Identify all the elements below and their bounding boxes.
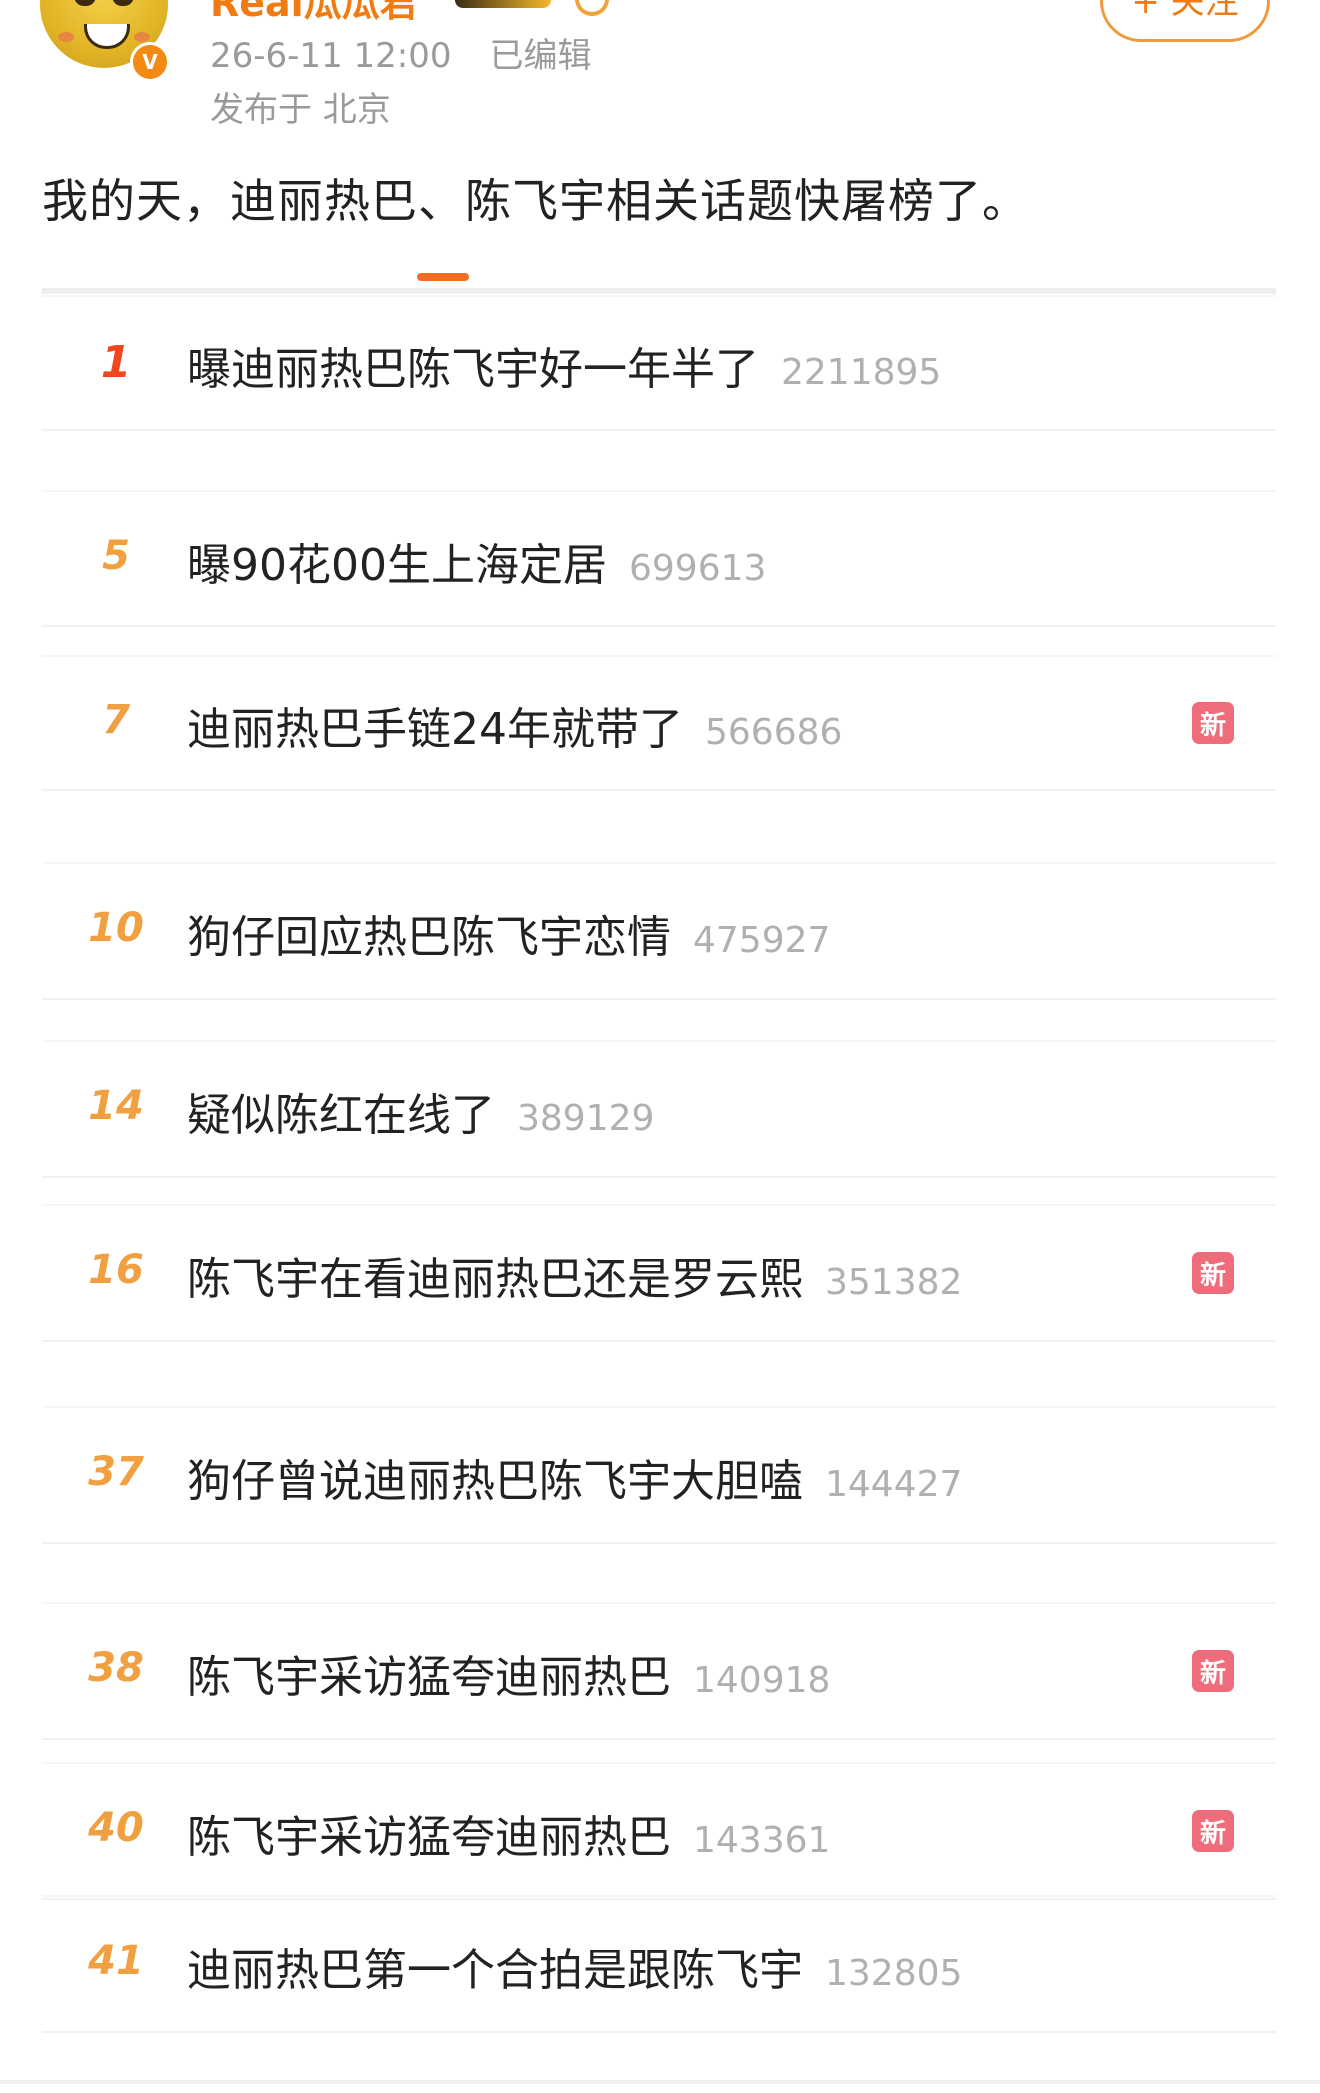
hot-list-row[interactable]: 10 狗仔回应热巴陈飞宇恋情 475927 [42, 862, 1276, 1000]
hot-list-row[interactable]: 38 陈飞宇采访猛夸迪丽热巴 140918 新 [42, 1602, 1276, 1740]
heat-count: 475927 [693, 920, 831, 961]
hot-list-row[interactable]: 40 陈飞宇采访猛夸迪丽热巴 143361 新 [42, 1762, 1276, 1900]
topic-title: 陈飞宇在看迪丽热巴还是罗云熙 [187, 1254, 803, 1305]
topic-text[interactable]: 曝90花00生上海定居 699613 [187, 529, 766, 593]
topic-title: 曝迪丽热巴陈飞宇好一年半了 [187, 344, 759, 395]
heat-count: 140918 [693, 1660, 831, 1701]
topic-text[interactable]: 狗仔曾说迪丽热巴陈飞宇大胆嗑 144427 [187, 1445, 962, 1509]
rank-number: 10 [88, 905, 144, 951]
topic-title: 迪丽热巴手链24年就带了 [187, 704, 683, 755]
new-badge: 新 [1192, 1252, 1234, 1294]
topic-text[interactable]: 陈飞宇在看迪丽热巴还是罗云熙 351382 [187, 1243, 962, 1307]
post-timestamp: 26-6-11 12:00 [210, 36, 452, 76]
hot-list-row[interactable]: 16 陈飞宇在看迪丽热巴还是罗云熙 351382 新 [42, 1204, 1276, 1342]
bottom-divider [0, 2080, 1320, 2084]
heat-count: 389129 [517, 1098, 655, 1139]
rank-number: 5 [102, 532, 130, 579]
topic-text[interactable]: 陈飞宇采访猛夸迪丽热巴 140918 [187, 1641, 830, 1705]
rank-number: 38 [88, 1645, 144, 1691]
hot-list-row[interactable]: 14 疑似陈红在线了 389129 [42, 1040, 1276, 1178]
post-meta: 26-6-11 12:00 已编辑 [210, 28, 592, 77]
avatar-eye-left [74, 0, 96, 6]
new-badge: 新 [1192, 1810, 1234, 1852]
post-text: 我的天，迪丽热巴、陈飞宇相关话题快屠榜了。 [42, 174, 1029, 228]
card-top-border [42, 288, 1276, 294]
heat-count: 2211895 [781, 352, 942, 393]
post-location: 发布于 北京 [210, 90, 391, 130]
topic-title: 疑似陈红在线了 [187, 1090, 495, 1141]
heat-count: 132805 [825, 1953, 963, 1994]
topic-title: 迪丽热巴第一个合拍是跟陈飞宇 [187, 1945, 803, 1996]
avatar-cheek-right [134, 32, 150, 42]
hot-list-row[interactable]: 5 曝90花00生上海定居 699613 [42, 490, 1276, 627]
hot-list-row[interactable]: 1 曝迪丽热巴陈飞宇好一年半了 2211895 [42, 295, 1276, 431]
avatar-eye-right [112, 0, 134, 6]
edited-label[interactable]: 已编辑 [490, 36, 592, 76]
topic-title: 陈飞宇采访猛夸迪丽热巴 [187, 1652, 671, 1703]
heat-count: 351382 [825, 1262, 963, 1303]
heat-count: 566686 [705, 712, 843, 753]
verified-icon: V [130, 42, 170, 82]
rank-number: 40 [88, 1805, 144, 1851]
topic-text[interactable]: 陈飞宇采访猛夸迪丽热巴 143361 [187, 1801, 830, 1865]
topic-text[interactable]: 迪丽热巴手链24年就带了 566686 [187, 693, 842, 757]
rank-number: 41 [88, 1938, 144, 1984]
hot-list-row[interactable]: 7 迪丽热巴手链24年就带了 566686 新 [42, 655, 1276, 791]
topic-title: 曝90花00生上海定居 [187, 539, 607, 591]
topic-title: 狗仔回应热巴陈飞宇恋情 [187, 912, 671, 963]
topic-text[interactable]: 狗仔回应热巴陈飞宇恋情 475927 [187, 901, 830, 965]
topic-text[interactable]: 曝迪丽热巴陈飞宇好一年半了 2211895 [187, 333, 941, 397]
topic-text[interactable]: 迪丽热巴第一个合拍是跟陈飞宇 132805 [187, 1934, 962, 1998]
rank-number: 16 [88, 1247, 144, 1293]
hot-list-row[interactable]: 37 狗仔曾说迪丽热巴陈飞宇大胆嗑 144427 [42, 1406, 1276, 1544]
new-badge: 新 [1192, 1650, 1234, 1692]
heat-count: 143361 [693, 1820, 831, 1861]
rank-number: 7 [102, 697, 130, 743]
new-badge: 新 [1192, 702, 1234, 744]
tab-indicator [417, 273, 469, 281]
rank-number: 37 [88, 1449, 144, 1495]
heat-count: 144427 [825, 1464, 963, 1505]
fan-badge-icon [575, 0, 609, 16]
member-badge-icon [455, 0, 551, 8]
follow-button[interactable]: + 关注 [1100, 0, 1270, 42]
topic-title: 狗仔曾说迪丽热巴陈飞宇大胆嗑 [187, 1456, 803, 1507]
avatar-cheek-left [58, 32, 74, 42]
rank-number: 1 [100, 337, 132, 388]
hot-list-row[interactable]: 41 迪丽热巴第一个合拍是跟陈飞宇 132805 [42, 1895, 1276, 2033]
avatar-mouth [84, 24, 130, 49]
heat-count: 699613 [628, 547, 767, 589]
topic-text[interactable]: 疑似陈红在线了 389129 [187, 1079, 654, 1143]
topic-title: 陈飞宇采访猛夸迪丽热巴 [187, 1812, 671, 1863]
rank-number: 14 [88, 1083, 144, 1129]
author-name[interactable]: Real瓜瓜君 [210, 0, 418, 27]
